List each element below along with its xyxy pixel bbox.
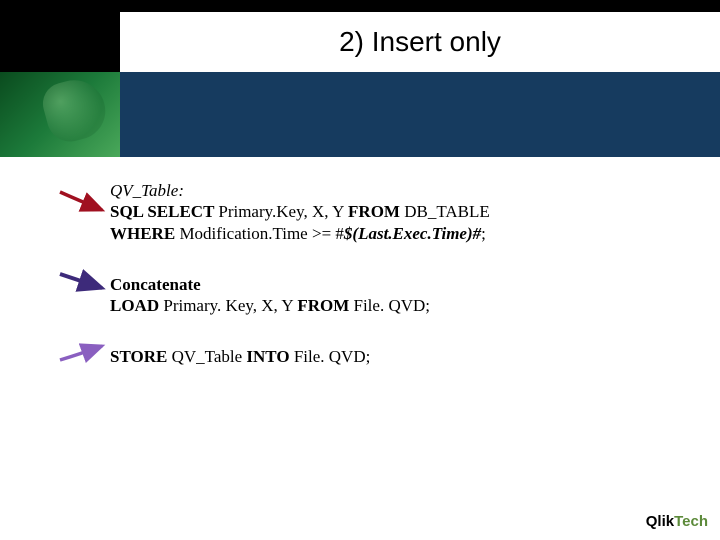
kw-from: FROM	[297, 296, 353, 315]
kw-into: INTO	[246, 347, 293, 366]
cols: Primary. Key, X, Y	[163, 296, 297, 315]
cond-c: ;	[481, 224, 486, 243]
cols: Primary.Key, X, Y	[218, 202, 348, 221]
code-line: LOAD Primary. Key, X, Y FROM File. QVD;	[110, 295, 650, 316]
kw-sql-select: SQL SELECT	[110, 202, 218, 221]
arrow-icon	[58, 340, 113, 366]
header-right: 2) Insert only	[120, 12, 720, 72]
logo-part1: Qlik	[646, 513, 674, 530]
slide: 2) Insert only QV_Table: SQL SELECT Prim…	[0, 0, 720, 540]
cond-a: Modification.Time >= #	[179, 224, 343, 243]
arrow-icon	[58, 188, 113, 218]
header-left-block	[0, 12, 120, 72]
file: File. QVD;	[354, 296, 431, 315]
qliktech-logo: QlikTech	[646, 513, 708, 530]
kw-store: STORE	[110, 347, 172, 366]
kw-where: WHERE	[110, 224, 179, 243]
code-line: SQL SELECT Primary.Key, X, Y FROM DB_TAB…	[110, 201, 650, 222]
decor-strip	[0, 72, 720, 157]
logo-part2: Tech	[674, 513, 708, 530]
code-line: Concatenate	[110, 274, 650, 295]
file: File. QVD;	[294, 347, 371, 366]
code-block-1: QV_Table: SQL SELECT Primary.Key, X, Y F…	[110, 180, 650, 244]
top-bar	[0, 0, 720, 12]
header-row: 2) Insert only	[0, 12, 720, 72]
content-area: QV_Table: SQL SELECT Primary.Key, X, Y F…	[110, 180, 650, 398]
code-block-3: STORE QV_Table INTO File. QVD;	[110, 346, 650, 367]
code-line: WHERE Modification.Time >= #$(Last.Exec.…	[110, 223, 650, 244]
blue-strip	[120, 72, 720, 157]
code-line: STORE QV_Table INTO File. QVD;	[110, 346, 650, 367]
slide-title: 2) Insert only	[339, 26, 501, 58]
code-line: QV_Table:	[110, 180, 650, 201]
table: QV_Table	[172, 347, 247, 366]
cond-b: $(Last.Exec.Time)#	[344, 224, 481, 243]
kw-from: FROM	[348, 202, 404, 221]
kw-load: LOAD	[110, 296, 163, 315]
table-name: DB_TABLE	[404, 202, 490, 221]
code-block-2: Concatenate LOAD Primary. Key, X, Y FROM…	[110, 274, 650, 317]
kw-concatenate: Concatenate	[110, 275, 201, 294]
arrow-icon	[58, 270, 113, 300]
leaf-image	[0, 72, 120, 157]
table-label: QV_Table:	[110, 181, 184, 200]
